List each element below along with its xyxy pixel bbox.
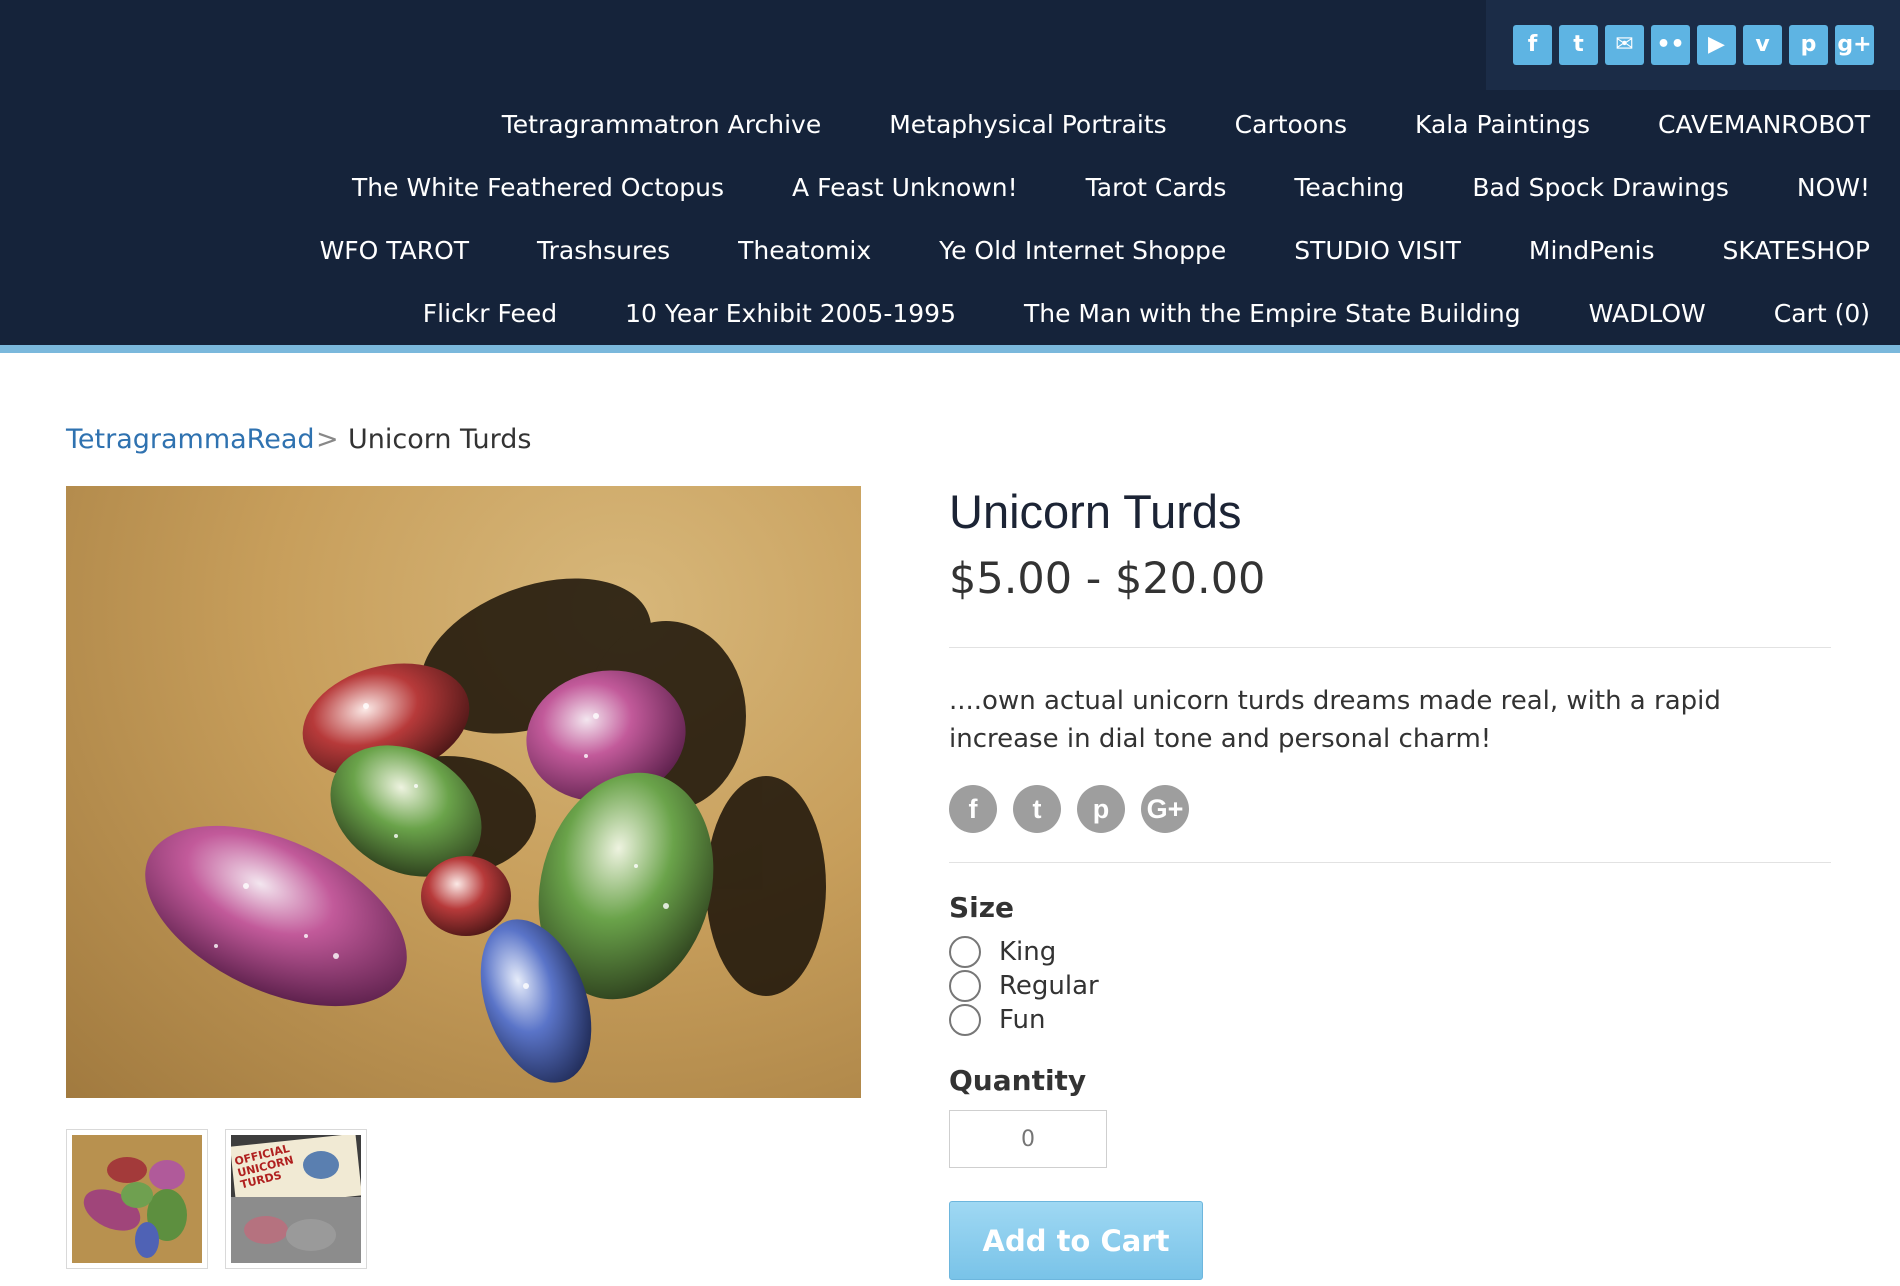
size-option-label: Fun [999,1005,1046,1035]
product-thumbnail-2[interactable]: OFFICIAL UNICORN TURDS [225,1129,367,1269]
nav-item-wadlow[interactable]: WADLOW [1589,299,1706,329]
nav-item-theatomix[interactable]: Theatomix [738,236,871,266]
details-divider-middle [949,862,1831,863]
nav-item-cavemanrobot[interactable]: CAVEMANROBOT [1658,110,1870,140]
radio-button[interactable] [949,1004,981,1036]
nav-item-trashsures[interactable]: Trashsures [537,236,670,266]
share-googleplus-icon[interactable]: G+ [1141,785,1189,833]
product-description: ....own actual unicorn turds dreams made… [949,686,1721,754]
nav-item-wfo-tarot[interactable]: WFO TAROT [320,236,469,266]
nav-item-teaching[interactable]: Teaching [1294,173,1404,203]
nav-item-10-year-exhibit-2005-1995[interactable]: 10 Year Exhibit 2005-1995 [625,299,956,329]
product-thumbnail-1[interactable] [66,1129,208,1269]
nav-item-bad-spock-drawings[interactable]: Bad Spock Drawings [1472,173,1728,203]
nav-item-the-white-feathered-octopus[interactable]: The White Feathered Octopus [352,173,724,203]
nav-item-metaphysical-portraits[interactable]: Metaphysical Portraits [889,110,1166,140]
product-title: Unicorn Turds [949,485,1242,538]
nav-item-the-man-with-the-empire-state-building[interactable]: The Man with the Empire State Building [1024,299,1521,329]
radio-button[interactable] [949,970,981,1002]
product-main-image[interactable] [66,486,861,1098]
nav-item-now[interactable]: NOW! [1797,173,1870,203]
nav-item-a-feast-unknown[interactable]: A Feast Unknown! [792,173,1018,203]
breadcrumb-parent-link[interactable]: TetragrammaRead [66,424,315,455]
nav-item-studio-visit[interactable]: STUDIO VISIT [1294,236,1461,266]
size-option-label: Regular [999,971,1099,1001]
nav-item-ye-old-internet-shoppe[interactable]: Ye Old Internet Shoppe [939,236,1226,266]
nav-item-flickr-feed[interactable]: Flickr Feed [423,299,557,329]
size-option-label: King [999,937,1057,967]
pinterest-icon[interactable]: p [1789,25,1828,65]
nav-item-kala-paintings[interactable]: Kala Paintings [1415,110,1590,140]
size-label: Size [949,891,1015,924]
nav-item-mindpenis[interactable]: MindPenis [1529,236,1655,266]
share-twitter-icon[interactable]: t [1013,785,1061,833]
quantity-label: Quantity [949,1064,1087,1097]
twitter-icon[interactable]: t [1559,25,1598,65]
add-to-cart-button[interactable]: Add to Cart [949,1201,1203,1280]
facebook-icon[interactable]: f [1513,25,1552,65]
quantity-input[interactable] [949,1110,1107,1168]
details-divider-top [949,647,1831,648]
flickr-icon[interactable]: •• [1651,25,1690,65]
nav-item-cart-0[interactable]: Cart (0) [1774,299,1870,329]
googleplus-icon[interactable]: g+ [1835,25,1874,65]
header-accent-bar [0,345,1900,353]
radio-button[interactable] [949,936,981,968]
share-pinterest-icon[interactable]: p [1077,785,1125,833]
nav-item-tarot-cards[interactable]: Tarot Cards [1086,173,1227,203]
youtube-icon[interactable]: ▶ [1697,25,1736,65]
nav-item-cartoons[interactable]: Cartoons [1235,110,1347,140]
breadcrumb-separator: > [316,424,339,455]
social-icons-bar: f t ✉ •• ▶ v p g+ [1486,0,1900,90]
vimeo-icon[interactable]: v [1743,25,1782,65]
breadcrumb-current: Unicorn Turds [348,424,532,455]
email-icon[interactable]: ✉ [1605,25,1644,65]
nav-item-tetragrammatron-archive[interactable]: Tetragrammatron Archive [502,110,821,140]
share-facebook-icon[interactable]: f [949,785,997,833]
product-price: $5.00 - $20.00 [949,554,1266,604]
nav-item-skateshop[interactable]: SKATESHOP [1723,236,1870,266]
